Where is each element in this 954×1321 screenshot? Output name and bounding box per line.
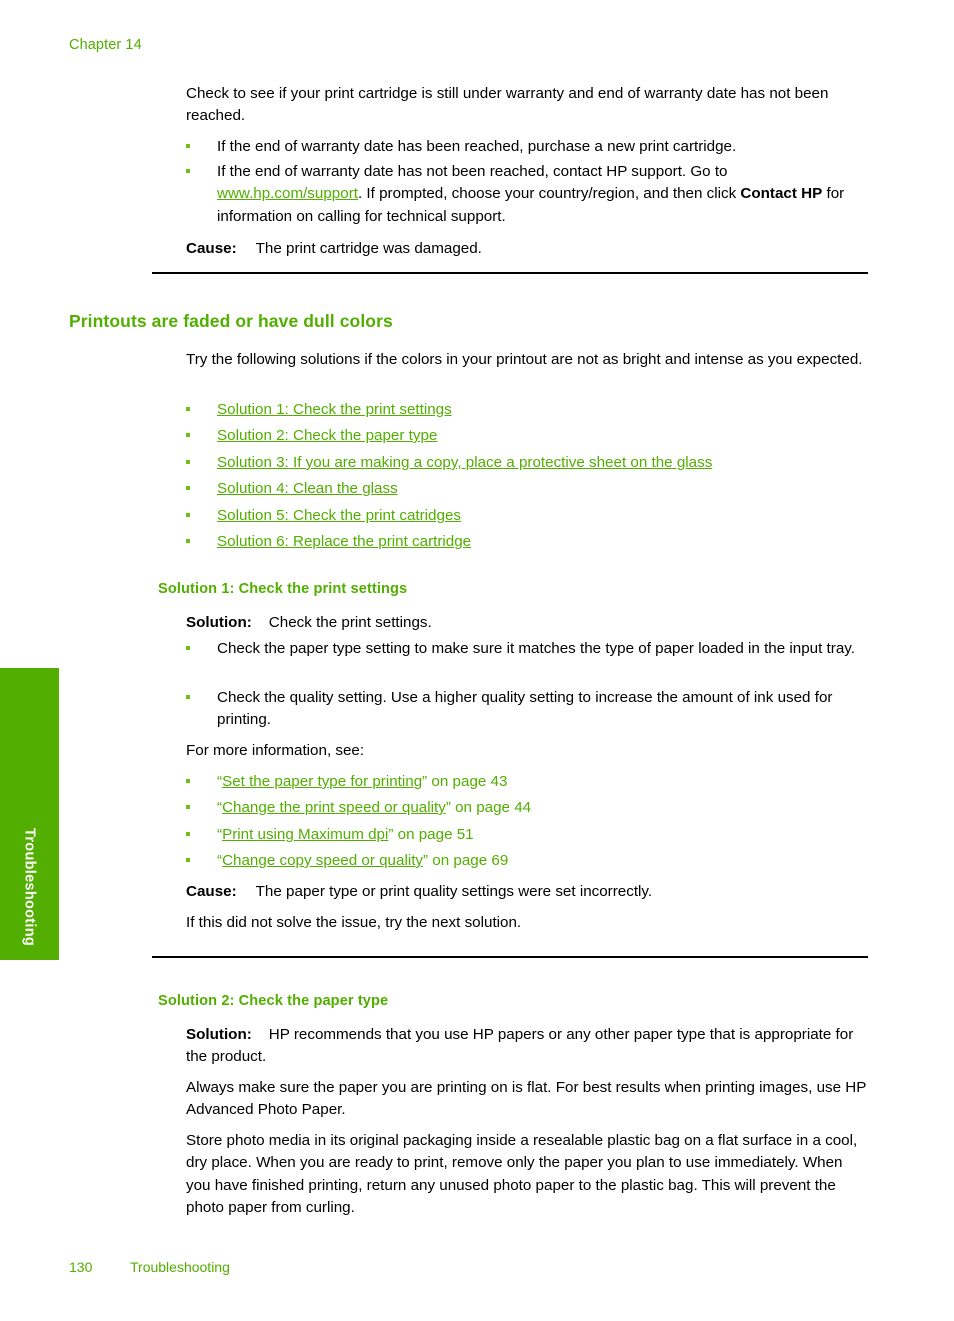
side-tab-troubleshooting: Troubleshooting — [0, 668, 59, 960]
bullet-marker-icon — [186, 779, 190, 783]
ref-link-set-paper-type[interactable]: Set the paper type for printing — [222, 773, 422, 790]
ref-4-close: ” on page 69 — [423, 852, 509, 869]
bullet-marker-icon — [186, 858, 190, 862]
subheading-solution-2: Solution 2: Check the paper type — [158, 993, 389, 1009]
toc-item-4: Solution 4: Clean the glass — [186, 478, 868, 500]
solution1-reference-3: “Print using Maximum dpi” on page 51 — [186, 824, 868, 846]
solution1-bullet-1: Check the paper type setting to make sur… — [186, 638, 868, 660]
toc-item-6: Solution 6: Replace the print cartridge — [186, 531, 868, 553]
side-tab-label: Troubleshooting — [21, 827, 38, 946]
solution1-reference-2: “Change the print speed or quality” on p… — [186, 797, 868, 819]
bullet-marker-icon — [186, 433, 190, 437]
cause-text: The print cartridge was damaged. — [255, 240, 482, 257]
solution1-cause-text: The paper type or print quality settings… — [255, 883, 653, 900]
solution1-bullet-1-text: Check the paper type setting to make sur… — [217, 640, 855, 657]
top-bullet-1: If the end of warranty date has been rea… — [186, 136, 868, 158]
solution1-bullet-2: Check the quality setting. Use a higher … — [186, 687, 868, 732]
bullet-marker-icon — [186, 832, 190, 836]
top-bullet-2-mid: . If prompted, choose your country/regio… — [357, 185, 741, 203]
manual-page: Chapter 14 Troubleshooting Check to see … — [0, 0, 954, 1321]
ref-2-close: ” on page 44 — [445, 799, 532, 816]
bullet-marker-icon — [186, 539, 190, 543]
bullet-marker-icon — [186, 486, 190, 490]
main-intro-paragraph: Try the following solutions if the color… — [186, 351, 863, 368]
section-heading-printouts-faded: Printouts are faded or have dull colors — [69, 311, 393, 331]
bullet-marker-icon — [186, 144, 190, 148]
section-divider-1 — [152, 272, 868, 274]
ref-link-max-dpi[interactable]: Print using Maximum dpi — [222, 826, 388, 843]
top-bullet-2-text: If the end of warranty date has not been… — [217, 161, 868, 228]
cause-label: Cause: — [186, 240, 237, 257]
solution1-cause-line: Cause: The paper type or print quality se… — [186, 881, 652, 903]
solution1-solution-text: Check the print settings. — [268, 614, 432, 631]
ref-link-change-print-speed[interactable]: Change the print speed or quality — [222, 799, 446, 816]
ref-3-close: ” on page 51 — [388, 826, 474, 843]
footer-page-number: 130 — [69, 1259, 93, 1275]
toc-link-solution-4[interactable]: Solution 4: Clean the glass — [217, 480, 398, 497]
solution-label: Solution: — [186, 614, 252, 631]
toc-link-solution-6[interactable]: Solution 6: Replace the print cartridge — [217, 533, 471, 550]
ref-1-close: ” on page 43 — [422, 773, 508, 790]
solution1-reference-1: “Set the paper type for printing” on pag… — [186, 771, 868, 793]
chapter-header: Chapter 14 — [69, 37, 142, 53]
bullet-marker-icon — [186, 513, 190, 517]
solution2-solution-line: Solution: HP recommends that you use HP p… — [186, 1024, 868, 1069]
toc-link-solution-5[interactable]: Solution 5: Check the print catridges — [217, 507, 461, 524]
solution2-paragraph-3: Store photo media in its original packag… — [186, 1132, 858, 1216]
footer-section-title: Troubleshooting — [130, 1259, 230, 1275]
solution1-bullet-2-text: Check the quality setting. Use a higher … — [217, 689, 833, 729]
bullet-marker-icon — [186, 407, 190, 411]
solution1-solution-line: Solution: Check the print settings. — [186, 612, 432, 634]
side-tab-rotated-wrapper: Troubleshooting — [0, 668, 59, 960]
cause-label: Cause: — [186, 883, 237, 900]
toc-item-3: Solution 3: If you are making a copy, pl… — [186, 452, 868, 474]
top-intro-paragraph: Check to see if your print cartridge is … — [186, 85, 829, 125]
bullet-marker-icon — [186, 805, 190, 809]
solution1-reference-4: “Change copy speed or quality” on page 6… — [186, 850, 868, 872]
toc-link-solution-3[interactable]: Solution 3: If you are making a copy, pl… — [217, 454, 712, 471]
section-divider-2 — [152, 956, 868, 958]
toc-item-2: Solution 2: Check the paper type — [186, 425, 868, 447]
hp-support-link[interactable]: www.hp.com/support — [217, 185, 358, 202]
solution-label: Solution: — [186, 1026, 252, 1043]
toc-item-5: Solution 5: Check the print catridges — [186, 505, 868, 527]
toc-link-solution-2[interactable]: Solution 2: Check the paper type — [217, 427, 437, 444]
bullet-marker-icon — [186, 695, 190, 699]
subheading-solution-1: Solution 1: Check the print settings — [158, 581, 408, 597]
toc-item-1: Solution 1: Check the print settings — [186, 399, 868, 421]
bullet-marker-icon — [186, 169, 190, 173]
bullet-marker-icon — [186, 646, 190, 650]
bullet-marker-icon — [186, 460, 190, 464]
toc-link-solution-1[interactable]: Solution 1: Check the print settings — [217, 401, 452, 418]
top-bullet-2: If the end of warranty date has not been… — [186, 161, 868, 228]
top-cause-line: Cause: The print cartridge was damaged. — [186, 238, 482, 260]
solution1-next-solution-text: If this did not solve the issue, try the… — [186, 914, 522, 931]
top-bullet-2-pre: If the end of warranty date has not been… — [217, 163, 728, 180]
solution2-solution-text: HP recommends that you use HP papers or … — [186, 1026, 854, 1066]
ref-link-change-copy-speed[interactable]: Change copy speed or quality — [222, 852, 423, 869]
solution2-paragraph-2: Always make sure the paper you are print… — [186, 1079, 867, 1119]
contact-hp-bold: Contact HP — [740, 185, 823, 203]
top-bullet-1-text: If the end of warranty date has been rea… — [217, 138, 737, 155]
solution1-more-info-label: For more information, see: — [186, 742, 365, 759]
